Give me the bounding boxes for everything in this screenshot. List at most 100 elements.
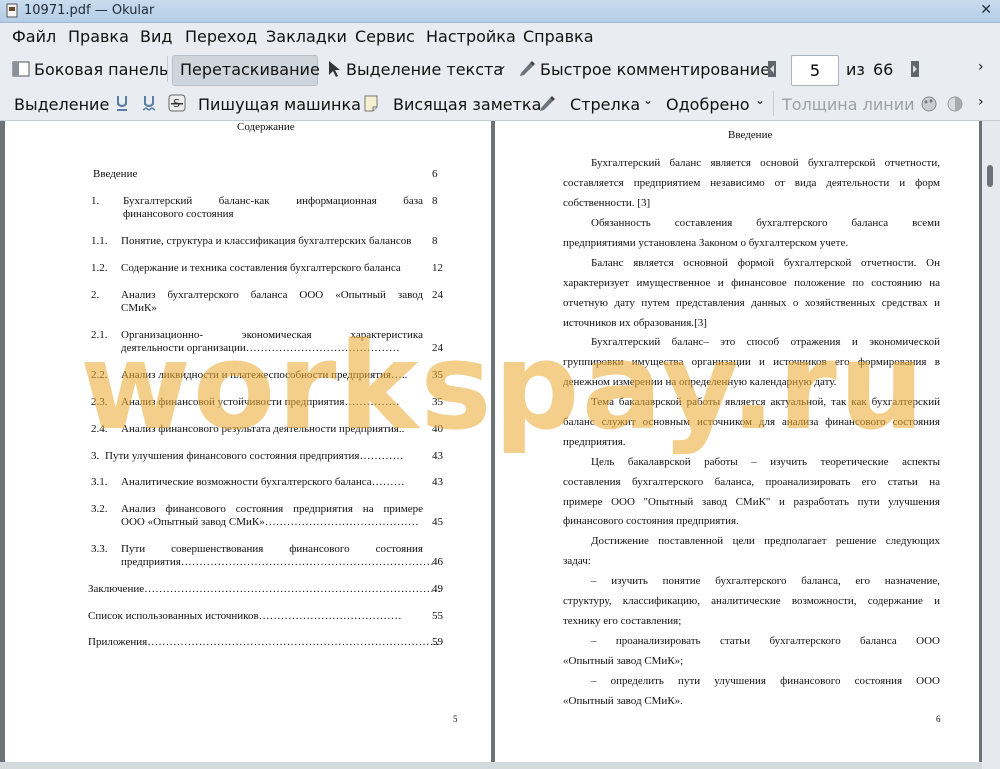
line-width-control[interactable]: Толщина линии [782,95,915,114]
toc-entry: Бухгалтерский баланс-как информационная … [123,195,423,207]
menu-bookmarks[interactable]: Закладки [266,27,347,46]
underline-icon[interactable] [115,94,129,112]
menu-bar: Файл Правка Вид Переход Закладки Сервис … [0,23,1000,51]
toolbar-separator [773,91,774,116]
vertical-scrollbar-thumb[interactable] [987,165,993,187]
cursor-arrow-icon [329,61,340,77]
toc-entry: Список использованных источников……………………… [88,610,402,622]
toc-page: 45 [432,516,443,528]
page-number: 6 [936,714,941,724]
toc-page: 46 [432,556,443,568]
pen-comment-icon [520,61,535,76]
menu-go[interactable]: Переход [185,27,257,46]
horizontal-scrollbar[interactable] [0,762,982,769]
highlight-tool-button[interactable]: Выделение [14,95,109,114]
body-line: предприятиями установлена Законом о бухг… [563,237,849,249]
toc-number: 3.2. [91,503,108,515]
toc-page: 59 [432,636,443,648]
toc-entry: Анализ финансового состояния предприятия… [121,503,423,515]
sidebar-button[interactable]: Боковая панель [34,60,168,79]
sticky-note-icon [364,95,378,112]
menu-file[interactable]: Файл [12,27,56,46]
toc-page: 6 [432,168,438,180]
toc-page: 8 [432,195,438,207]
body-line: Баланс является основной формой бухгалте… [591,257,940,269]
toc-page: 49 [432,583,443,595]
arrow-pen-icon [540,96,555,111]
menu-view[interactable]: Вид [140,27,172,46]
toc-page: 8 [432,235,438,247]
toc-number: 1. [91,195,100,207]
body-line: примере ООО "Опытный завод СМиК" и разра… [563,496,940,508]
chevron-down-icon[interactable]: ⌄ [755,93,765,107]
body-line: собственности. [3] [563,197,651,209]
close-window-icon[interactable]: ✕ [980,2,992,18]
body-line: – изучить понятие бухгалтерского баланса… [591,575,940,587]
toc-entry: Введение [93,168,138,180]
toolbar-overflow-icon[interactable]: › [978,94,984,110]
drag-mode-button[interactable]: Перетаскивание [180,60,320,79]
body-line: Обязанность составления бухгалтерского б… [591,217,940,229]
strikeout-icon[interactable]: S [168,94,186,112]
toc-entry: Приложения…………………………………………………………………….. [88,636,439,648]
typewriter-tool-button[interactable]: Пишущая машинка [198,95,361,114]
body-line: отчетную дату путем представления данных… [563,297,940,309]
toc-entry: Анализ бухгалтерского баланса ООО «Опытн… [121,289,423,301]
toc-number: 1.2. [91,262,108,274]
color-palette-icon[interactable] [920,95,938,113]
toc-title: Содержание [237,121,295,133]
toc-page: 24 [432,289,443,301]
body-line: структуру, классификацию, аналитические … [563,595,940,607]
next-page-icon[interactable] [910,60,920,78]
arrow-tool-button[interactable]: Стрелка [570,95,640,114]
page-number-input[interactable]: 5 [791,55,839,86]
toolbar-overflow-icon[interactable]: › [978,59,984,75]
toc-page: 43 [432,476,443,488]
menu-help[interactable]: Справка [523,27,594,46]
sidebar-icon [12,61,30,77]
squiggly-underline-icon[interactable] [142,94,156,112]
toc-entry-cont: финансового состояния [123,208,234,220]
toc-number: 3.1. [91,476,108,488]
body-line: составляется предприятием независимо от … [563,177,940,189]
toc-entry: Аналитические возможности бухгалтерского… [121,476,405,488]
body-line: финансового состояния предприятия. [563,515,739,527]
toc-entry-cont: СМиК» [121,302,157,314]
toc-entry: Содержание и техника составления бухгалт… [121,262,401,274]
page-total-label: 66 [873,60,894,79]
menu-settings[interactable]: Настройка [426,27,516,46]
body-line: «Опытный завод СМиК». [563,695,683,707]
body-line: Цель бакалаврской работы – изучить теоре… [591,456,940,468]
vertical-scrollbar[interactable] [982,121,1000,769]
window-titlebar: 10971.pdf — Okular ✕ [0,0,1000,23]
menu-edit[interactable]: Правка [68,27,129,46]
chevron-down-icon[interactable]: ⌄ [497,58,507,72]
toc-entry: Заключение……………………………………………………………………… [88,583,442,595]
body-line: – проанализировать статьи бухгалтерского… [591,635,940,647]
text-select-button[interactable]: Выделение текста [346,60,503,79]
stamp-tool-button[interactable]: Одобрено [666,95,750,114]
note-tool-button[interactable]: Висящая заметка [393,95,541,114]
body-line: технику его составления; [563,615,682,627]
page-number: 5 [453,714,458,724]
body-line: задач: [563,555,591,567]
menu-tools[interactable]: Сервис [355,27,415,46]
toc-number: 1.1. [91,235,108,247]
toc-page: 55 [432,610,443,622]
okular-app-icon [6,3,18,18]
page-of-label: из [846,60,865,79]
toc-page: 12 [432,262,443,274]
quick-comment-button[interactable]: Быстрое комментирование [540,60,770,79]
toc-number: 3.3. [91,543,108,555]
watermark: workspay.ru [80,318,927,457]
toolbar-separator [167,56,168,82]
body-line: Достижение поставленной цели предполагае… [591,535,940,547]
chevron-down-icon[interactable]: ⌄ [643,93,653,107]
opacity-icon[interactable] [946,95,964,113]
toc-entry: Пути совершенствования финансового состо… [121,543,423,555]
previous-page-icon[interactable] [767,60,777,78]
window-title: 10971.pdf — Okular [24,3,155,18]
body-line: «Опытный завод СМиК»; [563,655,684,667]
body-line: – определить пути улучшения финансового … [591,675,940,687]
toc-entry-cont: ООО «Опытный завод СМиК»…………………………………… [121,516,419,528]
